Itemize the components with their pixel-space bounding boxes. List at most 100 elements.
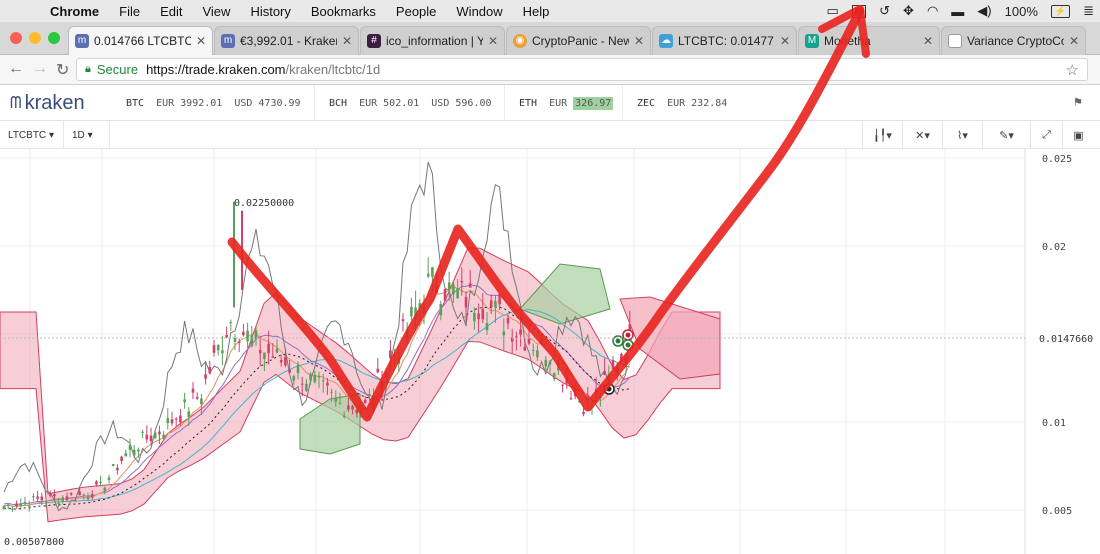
candle-body [166, 418, 170, 424]
tab-kraken-btc[interactable]: m €3,992.01 - Kraken ✕ [214, 26, 359, 55]
candle-body [162, 434, 165, 438]
close-tab-icon[interactable]: ✕ [634, 34, 644, 48]
close-tab-icon[interactable]: ✕ [196, 34, 206, 48]
back-arrow-icon[interactable]: ← [8, 60, 24, 78]
candle-body [338, 403, 342, 405]
menu-window[interactable]: Window [446, 4, 512, 19]
list-icon[interactable]: ≣ [1083, 3, 1094, 19]
close-tab-icon[interactable]: ✕ [342, 34, 352, 48]
menu-file[interactable]: File [109, 4, 150, 19]
slack-icon: # [367, 34, 381, 48]
candle-body [86, 497, 90, 500]
candle-body [82, 494, 86, 496]
candle-body [603, 371, 606, 376]
candle-body [153, 432, 157, 439]
tab-title: CryptoPanic - News [532, 34, 629, 48]
menu-bookmarks[interactable]: Bookmarks [301, 4, 386, 19]
tab-variance[interactable]: Variance CryptoCoin ✕ [941, 26, 1086, 55]
wifi-icon[interactable]: ◠ [927, 3, 938, 19]
candle-body [2, 505, 6, 509]
ticker-zec[interactable]: ZEC EUR 232.84 [622, 85, 727, 121]
tab-title: Variance CryptoCoin [967, 34, 1064, 48]
menu-app-name[interactable]: Chrome [40, 4, 109, 19]
menu-edit[interactable]: Edit [150, 4, 192, 19]
candle-body [582, 412, 585, 415]
ticker-price: 3992.01 [180, 97, 223, 109]
tab-ltcbtc[interactable]: m 0.014766 LTCBTC · ✕ [68, 26, 213, 55]
ticker-price: 596.00 [455, 97, 492, 109]
candle-body [410, 306, 413, 317]
ticker-symbol: BCH [329, 97, 348, 109]
battery-icon[interactable]: ⚡ [1050, 4, 1071, 18]
kraken-logo[interactable]: ᗰ kraken [10, 92, 85, 115]
candle-body [258, 350, 262, 354]
menu-people[interactable]: People [386, 4, 446, 19]
price-chart[interactable]: 0.025 0.02 0.01 0.005 0.0147660 0.02250000 0.… [0, 5, 1100, 554]
candle-body [11, 508, 14, 510]
pair-selector[interactable]: LTCBTC ▾ [0, 121, 64, 149]
candle-body [44, 501, 48, 503]
close-tab-icon[interactable]: ✕ [923, 34, 933, 48]
volume-icon[interactable]: ◀) [977, 3, 991, 19]
interval-selector[interactable]: 1D ▾ [64, 121, 110, 149]
tab-ico-information[interactable]: # ico_information | You ✕ [360, 26, 505, 55]
indicators-button[interactable]: ✕▾ [902, 121, 942, 149]
menu-view[interactable]: View [192, 4, 240, 19]
candle-body [65, 496, 69, 501]
settings-flag-icon[interactable]: ⚑ [1074, 95, 1082, 110]
ticker-currency: USD [431, 97, 450, 109]
candle-body [23, 501, 27, 503]
candle-body [263, 352, 266, 360]
candle-body [351, 405, 354, 410]
candle-body [250, 335, 254, 347]
candle-body [141, 431, 144, 433]
candle-body [330, 391, 333, 393]
ticker-price: 502.01 [383, 97, 420, 109]
close-tab-icon[interactable]: ✕ [780, 34, 790, 48]
candle-body [489, 300, 493, 308]
candle-body [124, 453, 128, 457]
candle-body [116, 467, 119, 471]
fullscreen-button[interactable]: ⤢ [1030, 121, 1062, 149]
reload-icon[interactable]: ↻ [56, 60, 69, 80]
move-icon[interactable]: ✥ [903, 3, 914, 19]
menu-help[interactable]: Help [513, 4, 560, 19]
candle-body [456, 288, 459, 299]
trade-marker-dot [615, 338, 621, 344]
studies-button[interactable]: ⌇▾ [942, 121, 982, 149]
cloud-bullish [299, 393, 361, 455]
drawing-tools-button[interactable]: ✎▾ [982, 121, 1030, 149]
candle-body [363, 399, 367, 404]
chart-settings-button[interactable]: ▣ [1062, 121, 1094, 149]
candle-body [95, 481, 98, 485]
candle-body [225, 334, 228, 338]
document-icon [948, 34, 962, 48]
ticker-currency: EUR [667, 97, 686, 109]
candle-body [27, 506, 31, 508]
ticker-btc[interactable]: BTC EUR 3992.01 USD 4730.99 [112, 85, 301, 121]
close-tab-icon[interactable]: ✕ [488, 34, 498, 48]
minimize-window-button[interactable] [29, 32, 41, 44]
display-icon[interactable]: ▬ [951, 4, 964, 19]
close-tab-icon[interactable]: ✕ [1069, 34, 1079, 48]
forward-arrow-icon[interactable]: → [32, 60, 48, 78]
zoom-window-button[interactable] [48, 32, 60, 44]
chart-type-button[interactable]: ╽╿▾ [862, 121, 902, 149]
candle-body [200, 398, 203, 405]
candle-body [212, 345, 216, 353]
candle-body [69, 493, 73, 495]
menu-history[interactable]: History [240, 4, 300, 19]
bookmark-star-icon[interactable]: ☆ [1066, 61, 1079, 79]
kraken-logo-icon: ᗰ [10, 94, 22, 112]
ticker-bch[interactable]: BCH EUR 502.01 USD 596.00 [314, 85, 492, 121]
candle-body [473, 312, 476, 322]
ticker-eth[interactable]: ETH EUR 326.97 [504, 85, 614, 121]
candle-body [548, 361, 552, 365]
candle-body [279, 359, 283, 363]
close-window-button[interactable] [10, 32, 22, 44]
tab-cryptopanic[interactable]: ◉ CryptoPanic - News ✕ [506, 26, 651, 55]
time-machine-icon[interactable]: ↺ [879, 3, 890, 19]
address-bar[interactable]: 🔒︎ Secure https://trade.kraken.com/krake… [76, 58, 1088, 81]
tab-tradingview[interactable]: ☁ LTCBTC: 0.01477 ✕ [652, 26, 797, 55]
airplay-icon[interactable]: ▭ [826, 3, 838, 19]
